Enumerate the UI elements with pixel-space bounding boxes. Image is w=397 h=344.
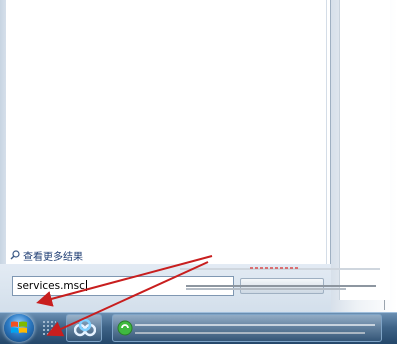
annotation-arrows: [36, 255, 300, 337]
arrow-to-search-box: [36, 255, 213, 307]
arrow-to-start-orb: [46, 261, 209, 337]
